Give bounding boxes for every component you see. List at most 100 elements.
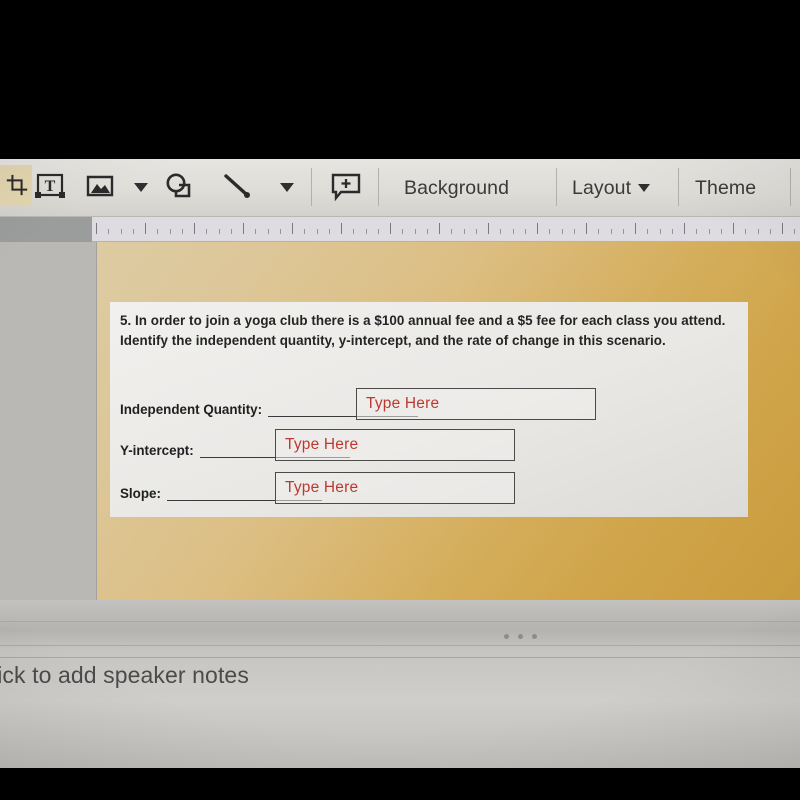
- ruler-minor-tick: [647, 229, 649, 234]
- ruler-minor-tick: [512, 229, 514, 234]
- ruler-minor-tick: [169, 229, 171, 234]
- ruler-minor-tick: [794, 229, 796, 234]
- ruler-minor-tick: [671, 229, 673, 234]
- question-text: 5. In order to join a yoga club there is…: [120, 313, 726, 348]
- toolbar-divider-3: [556, 168, 557, 206]
- ruler-minor-tick: [500, 229, 502, 234]
- notes-divider-3: [0, 657, 800, 658]
- horizontal-ruler[interactable]: [92, 217, 800, 242]
- ruler-major-tick: [96, 223, 97, 234]
- ruler-minor-tick: [132, 229, 134, 234]
- ruler-major-tick: [145, 223, 146, 234]
- letterbox-top: [0, 0, 800, 159]
- ruler-major-tick: [194, 223, 195, 234]
- ruler-major-tick: [586, 223, 587, 234]
- ruler-minor-tick: [696, 229, 698, 234]
- background-button[interactable]: Background: [404, 173, 509, 203]
- slope-field-label: Slope:: [120, 485, 161, 501]
- ruler-minor-tick: [769, 229, 771, 234]
- ruler-major-tick: [292, 223, 293, 234]
- ruler-major-tick: [782, 223, 783, 234]
- ruler-minor-tick: [230, 229, 232, 234]
- theme-button[interactable]: Theme: [695, 173, 756, 203]
- ruler-minor-tick: [328, 229, 330, 234]
- ruler-minor-tick: [708, 229, 710, 234]
- notes-divider-1: [0, 621, 800, 622]
- slides-app-window: T Background Layout Theme 5. In order to…: [0, 159, 800, 768]
- ruler-minor-tick: [745, 229, 747, 234]
- background-button-label: Background: [404, 176, 510, 199]
- ruler-minor-tick: [475, 229, 477, 234]
- handle-dot: [518, 634, 523, 639]
- ruler-minor-tick: [720, 229, 722, 234]
- independent-quantity-field-label: Independent Quantity:: [120, 401, 263, 417]
- ruler-minor-tick: [598, 229, 600, 234]
- ruler-minor-tick: [218, 229, 220, 234]
- line-dropdown-caret-icon[interactable]: [274, 170, 300, 204]
- ruler-minor-tick: [414, 229, 416, 234]
- y-intercept-field-placeholder: Type Here: [285, 436, 359, 453]
- ruler-minor-tick: [181, 229, 183, 234]
- independent-quantity-field-textbox[interactable]: Type Here: [356, 388, 596, 420]
- svg-text:T: T: [45, 178, 56, 195]
- crop-image-icon[interactable]: [0, 165, 32, 205]
- toolbar-divider-1: [311, 168, 312, 206]
- chevron-down-icon: [638, 184, 651, 192]
- y-intercept-field-textbox[interactable]: Type Here: [275, 429, 515, 461]
- layout-button-label: Layout: [572, 176, 632, 199]
- ruler-minor-tick: [622, 229, 624, 234]
- ruler-minor-tick: [206, 229, 208, 234]
- ruler-major-tick: [733, 223, 734, 234]
- ruler-minor-tick: [402, 229, 404, 234]
- ruler-minor-tick: [316, 229, 318, 234]
- add-comment-icon[interactable]: [326, 170, 366, 204]
- ruler-minor-tick: [120, 229, 122, 234]
- slide-content-card[interactable]: 5. In order to join a yoga club there is…: [110, 302, 748, 517]
- ruler-minor-tick: [573, 229, 575, 234]
- ruler-major-tick: [390, 223, 391, 234]
- slope-field-textbox[interactable]: Type Here: [275, 472, 515, 504]
- ruler-minor-tick: [549, 229, 551, 234]
- ruler-minor-tick: [757, 229, 759, 234]
- letterbox-bottom: [0, 768, 800, 800]
- ruler-minor-tick: [279, 229, 281, 234]
- ruler-major-tick: [439, 223, 440, 234]
- ruler-major-tick: [341, 223, 342, 234]
- toolbar-divider-2: [378, 168, 379, 206]
- ruler-major-tick: [684, 223, 685, 234]
- ruler-minor-tick: [377, 229, 379, 234]
- ruler-minor-tick: [267, 229, 269, 234]
- ruler-minor-tick: [524, 229, 526, 234]
- ruler-major-tick: [488, 223, 489, 234]
- ruler-row: [0, 217, 800, 242]
- text-box-icon[interactable]: T: [30, 170, 70, 204]
- speaker-notes-panel[interactable]: lick to add speaker notes: [0, 600, 800, 768]
- layout-button[interactable]: Layout: [572, 173, 651, 203]
- toolbar-divider-5: [790, 168, 791, 206]
- ruler-major-tick: [243, 223, 244, 234]
- theme-button-label: Theme: [695, 176, 757, 199]
- slide-canvas[interactable]: 5. In order to join a yoga club there is…: [97, 242, 800, 600]
- ruler-major-tick: [635, 223, 636, 234]
- shape-icon[interactable]: [160, 170, 198, 204]
- speaker-notes-placeholder[interactable]: lick to add speaker notes: [0, 662, 249, 689]
- ruler-minor-tick: [353, 229, 355, 234]
- toolbar-divider-4: [678, 168, 679, 206]
- handle-dot: [532, 634, 537, 639]
- notes-resize-handle[interactable]: [504, 634, 537, 639]
- insert-image-icon[interactable]: [82, 170, 118, 204]
- ruler-minor-tick: [365, 229, 367, 234]
- screenshot-root: T Background Layout Theme 5. In order to…: [0, 0, 800, 800]
- ruler-minor-tick: [157, 229, 159, 234]
- ruler-minor-tick: [659, 229, 661, 234]
- notes-divider-2: [0, 645, 800, 646]
- ruler-minor-tick: [304, 229, 306, 234]
- line-icon[interactable]: [218, 170, 256, 204]
- canvas-area: 5. In order to join a yoga club there is…: [0, 242, 800, 600]
- independent-quantity-field-placeholder: Type Here: [366, 395, 440, 412]
- ruler-minor-tick: [108, 229, 110, 234]
- ruler-minor-tick: [426, 229, 428, 234]
- ruler-major-tick: [537, 223, 538, 234]
- ruler-minor-tick: [451, 229, 453, 234]
- image-dropdown-caret-icon[interactable]: [128, 170, 154, 204]
